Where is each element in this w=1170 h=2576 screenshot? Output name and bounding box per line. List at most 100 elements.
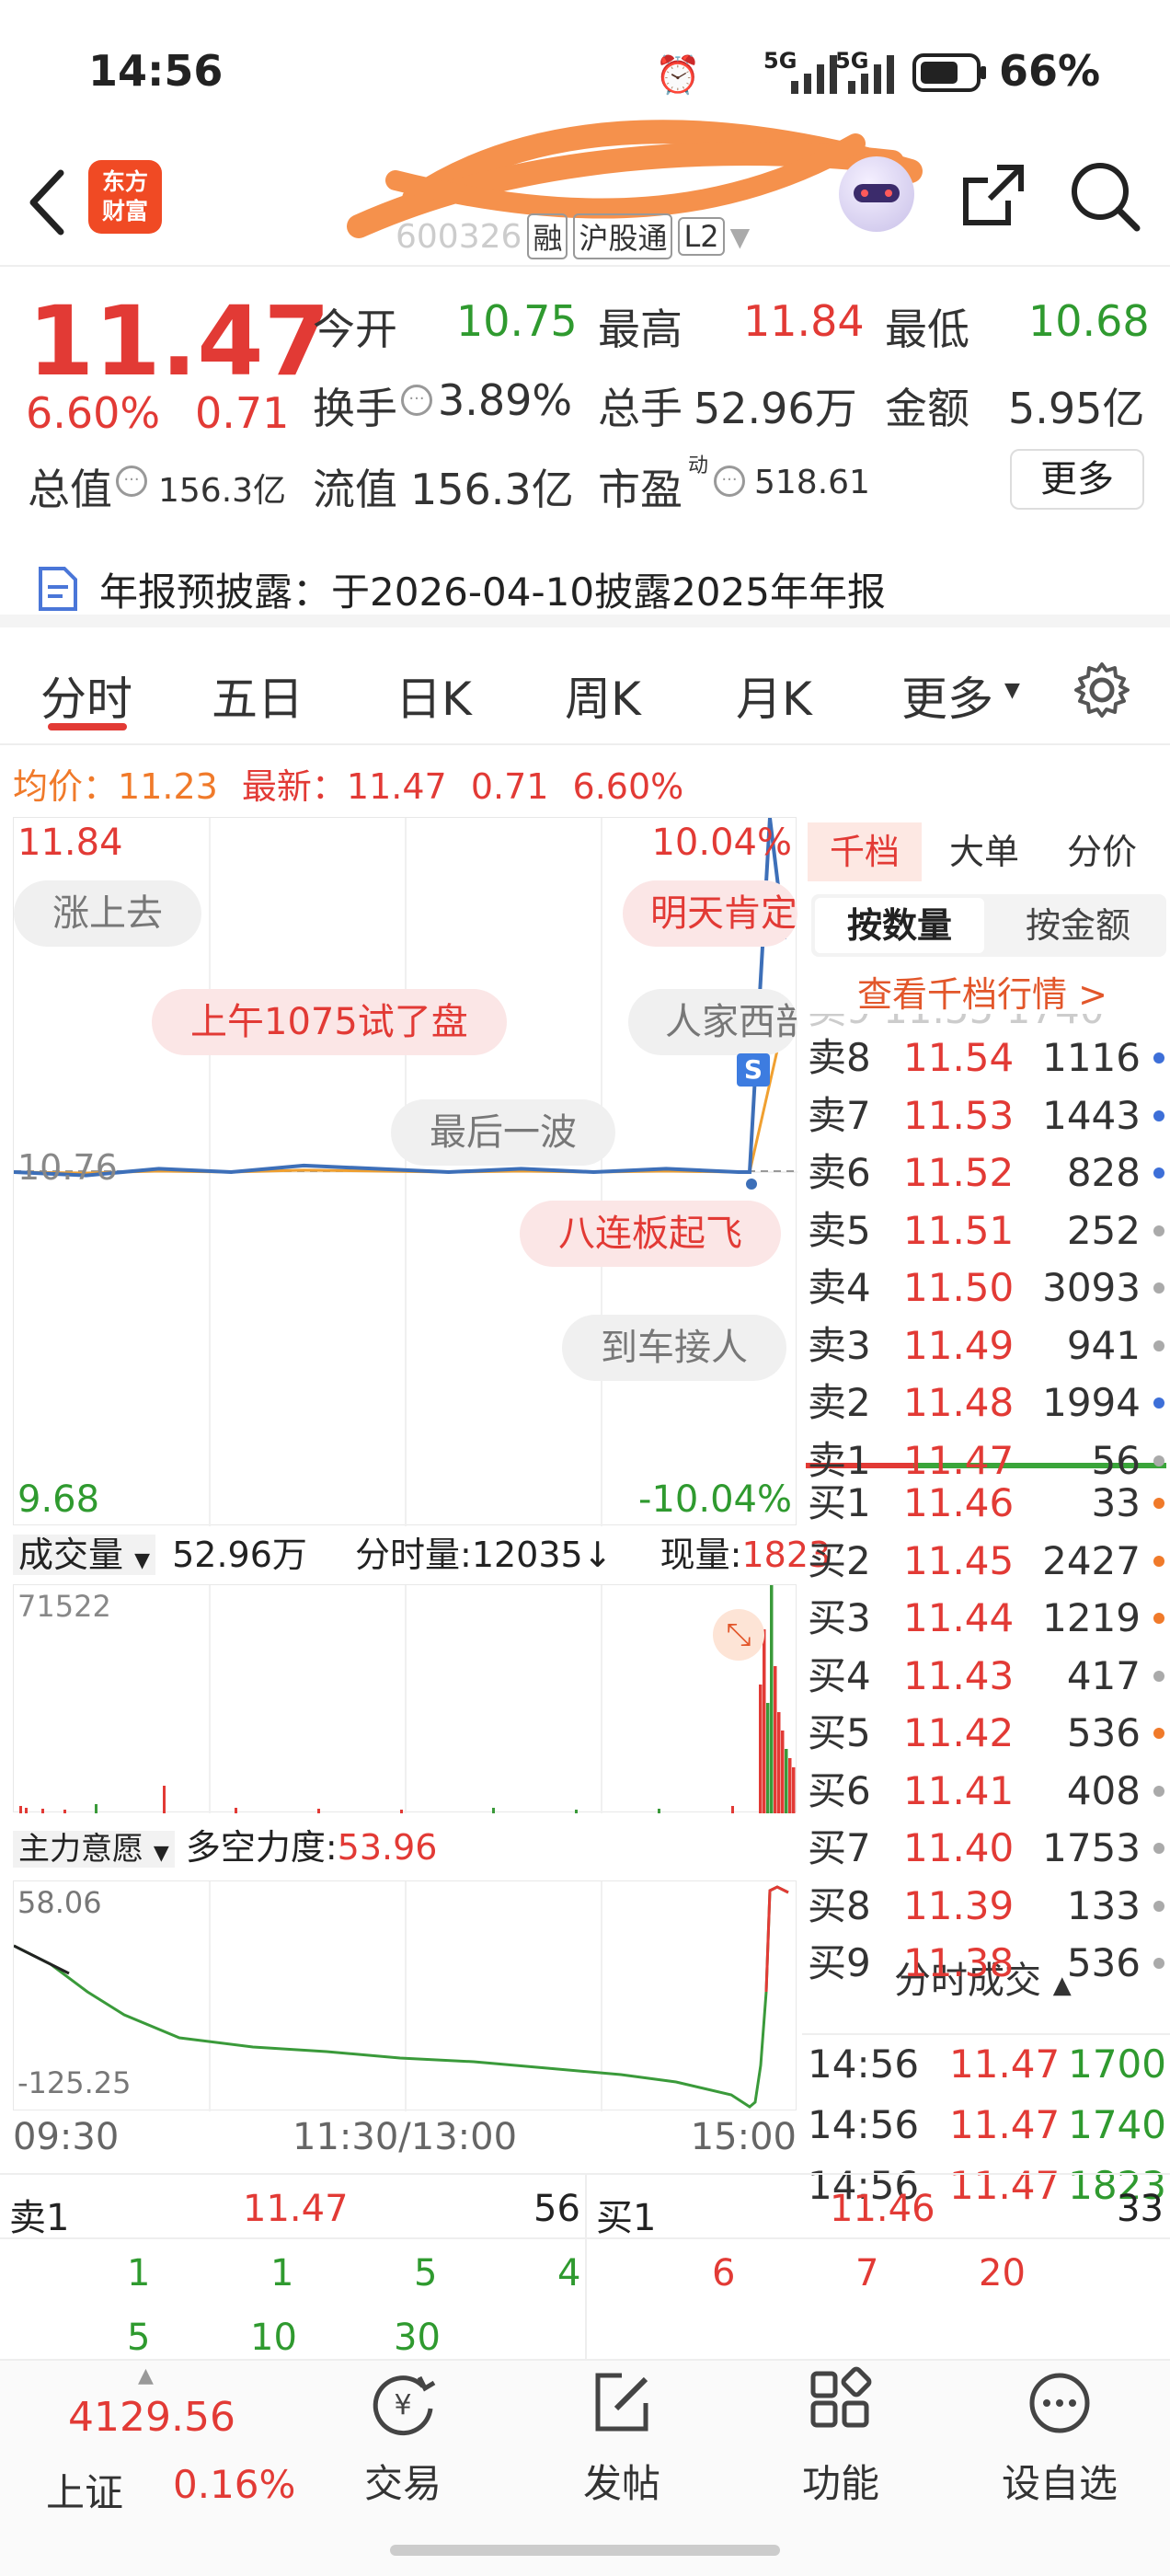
back-icon[interactable]: [24, 166, 70, 239]
ask-row[interactable]: 卖4 11.50 3093: [802, 1262, 1170, 1314]
axis-open: 09:30: [13, 2116, 120, 2158]
share-icon[interactable]: [957, 158, 1030, 232]
comment-bubble[interactable]: 明天肯定: [623, 880, 797, 947]
bid-dot-icon: [1153, 1728, 1164, 1739]
subtab-by-quantity[interactable]: 按数量: [815, 898, 984, 953]
bid-row[interactable]: 买7 11.40 1753: [802, 1823, 1170, 1874]
indicator-chart-svg: [14, 1881, 789, 2111]
tick-volume: 12035↓: [471, 1535, 613, 1575]
comment-bubble[interactable]: 最后一波: [391, 1099, 615, 1166]
level1-buy-label: 买1: [596, 2197, 657, 2239]
bid-price: 11.46: [903, 1480, 1015, 1525]
ask-row[interactable]: 卖6 11.52 828: [802, 1147, 1170, 1199]
bid-row[interactable]: 买2 11.45 2427: [802, 1535, 1170, 1587]
ask-dot-icon: [1153, 1052, 1164, 1064]
tab-price-distribution[interactable]: 分价: [1067, 822, 1137, 881]
volume-bar: [785, 1749, 788, 1813]
volume-selector[interactable]: 成交量 ▼: [13, 1535, 156, 1575]
annual-report-notice[interactable]: 年报预披露：于2026-04-10披露2025年年报: [0, 545, 1170, 627]
ask-row[interactable]: 卖5 11.51 252: [802, 1205, 1170, 1257]
indicator-selector[interactable]: 主力意愿 ▼: [13, 1831, 175, 1868]
assistant-avatar-icon[interactable]: [839, 156, 914, 232]
bid-dot-icon: [1153, 1613, 1164, 1624]
tab-monthly-k[interactable]: 月K: [736, 662, 812, 729]
ls-label: 多空力度:: [185, 1827, 338, 1868]
nav-trade[interactable]: ¥ 交易: [311, 2366, 495, 2509]
info-icon[interactable]: ···: [714, 466, 745, 497]
tab-more[interactable]: 更多: [901, 662, 993, 729]
bid-level-label: 买3: [808, 1595, 871, 1640]
volume-bar: [492, 1808, 495, 1813]
index-pct[interactable]: 0.16%: [173, 2462, 295, 2507]
ask-row[interactable]: 卖2 11.48 1994: [802, 1377, 1170, 1429]
info-icon[interactable]: ···: [401, 385, 432, 416]
ask-price: 11.48: [903, 1380, 1015, 1425]
ask-volume: 828: [1066, 1150, 1141, 1195]
info-icon[interactable]: ···: [116, 466, 147, 497]
comment-bubble[interactable]: 八连板起飞: [520, 1201, 781, 1267]
index-name[interactable]: 上证: [46, 2462, 123, 2518]
settings-gear-icon[interactable]: [1072, 661, 1131, 719]
volume-bar: [19, 1806, 22, 1813]
price-chart[interactable]: 11.84 10.04% 9.68 -10.04% 10.76 涨上去 明天肯定…: [13, 817, 797, 1526]
level1-panel: 卖1 11.47 56 买1 11.46 33 1 1 5 4 5 10 30 …: [0, 2173, 1170, 2359]
amount-label: 金额: [885, 384, 969, 433]
more-button[interactable]: 更多: [1010, 449, 1144, 510]
comment-bubble[interactable]: 上午1075试了盘: [152, 989, 507, 1055]
level1-buy-price: 11.46: [830, 2188, 935, 2230]
indicator-label: 主力意愿: [18, 1831, 143, 1868]
nav-functions[interactable]: 功能: [749, 2366, 933, 2509]
view-levels-link[interactable]: 查看千档行情 >: [857, 966, 1107, 1017]
tab-weekly-k[interactable]: 周K: [565, 662, 641, 729]
index-value[interactable]: 4129.56: [68, 2394, 235, 2441]
nav-add-watchlist[interactable]: 设自选: [968, 2366, 1152, 2509]
bid-row[interactable]: 买5 11.42 536: [802, 1708, 1170, 1759]
avg-price-line: 均价：11.23 最新：11.47 0.71 6.60%: [13, 758, 683, 809]
buy-queue-item: 6: [712, 2252, 736, 2294]
bid-row[interactable]: 买4 11.43 417: [802, 1650, 1170, 1702]
ask-price: 11.50: [903, 1265, 1015, 1310]
nav-functions-label: 功能: [801, 2461, 879, 2506]
tab-thousand-levels[interactable]: 千档: [808, 822, 922, 881]
sell-queue-item: 30: [394, 2317, 441, 2359]
level1-sell-price: 11.47: [243, 2188, 349, 2230]
comment-bubble[interactable]: 涨上去: [14, 880, 201, 947]
volume-bar: [792, 1767, 796, 1813]
bid-row[interactable]: 买6 11.41 408: [802, 1765, 1170, 1817]
trade-price: 11.47: [949, 2041, 1061, 2087]
ask-row[interactable]: 卖8 11.54 1116: [802, 1032, 1170, 1084]
bid-volume: 417: [1066, 1652, 1141, 1698]
bid-row[interactable]: 买1 11.46 33: [802, 1478, 1170, 1529]
bottom-nav: ▲ 4129.56 上证 0.16% ¥ 交易 发帖 功能 设自选: [0, 2359, 1170, 2576]
volume-chart[interactable]: 71522 ⤡: [13, 1584, 797, 1813]
volume-bar: [781, 1731, 785, 1813]
bid-row[interactable]: 买3 11.44 1219: [802, 1593, 1170, 1644]
time-axis: 09:30 11:30/13:00 15:00: [13, 2116, 797, 2168]
tab-five-day[interactable]: 五日: [212, 662, 304, 729]
ask-row[interactable]: 卖7 11.53 1443: [802, 1090, 1170, 1142]
bid-dot-icon: [1153, 1958, 1164, 1969]
tab-daily-k[interactable]: 日K: [396, 662, 472, 729]
chevron-up-icon: ▲: [138, 2364, 154, 2387]
nav-post[interactable]: 发帖: [530, 2366, 714, 2509]
chevron-down-icon[interactable]: ▼: [730, 222, 751, 252]
comment-bubble[interactable]: 人家西部: [628, 989, 797, 1055]
change-amount: 0.71: [195, 388, 290, 438]
indicator-chart[interactable]: 58.06 -125.25: [13, 1880, 797, 2111]
search-icon[interactable]: [1067, 158, 1144, 236]
expand-icon[interactable]: ⤡: [713, 1609, 764, 1661]
bid-row[interactable]: 买9 11.38 536: [802, 1938, 1170, 1989]
ask-row[interactable]: 卖3 11.49 941: [802, 1320, 1170, 1372]
bid-row[interactable]: 买8 11.39 133: [802, 1880, 1170, 1932]
bid-volume: 1753: [1042, 1825, 1141, 1870]
bid-dot-icon: [1153, 1785, 1164, 1797]
sell-signal-badge[interactable]: S: [737, 1053, 770, 1087]
comment-bubble[interactable]: 到车接人: [562, 1315, 786, 1381]
volume-bar: [770, 1585, 774, 1813]
tab-timeshare[interactable]: 分时: [40, 662, 132, 729]
subtab-by-amount[interactable]: 按金额: [993, 898, 1163, 953]
tab-big-orders[interactable]: 大单: [949, 822, 1019, 881]
bottom-price-label: 9.68: [17, 1478, 100, 1521]
trade-yen-icon: ¥: [373, 2375, 436, 2436]
app-logo: 东方 财富: [88, 160, 162, 234]
